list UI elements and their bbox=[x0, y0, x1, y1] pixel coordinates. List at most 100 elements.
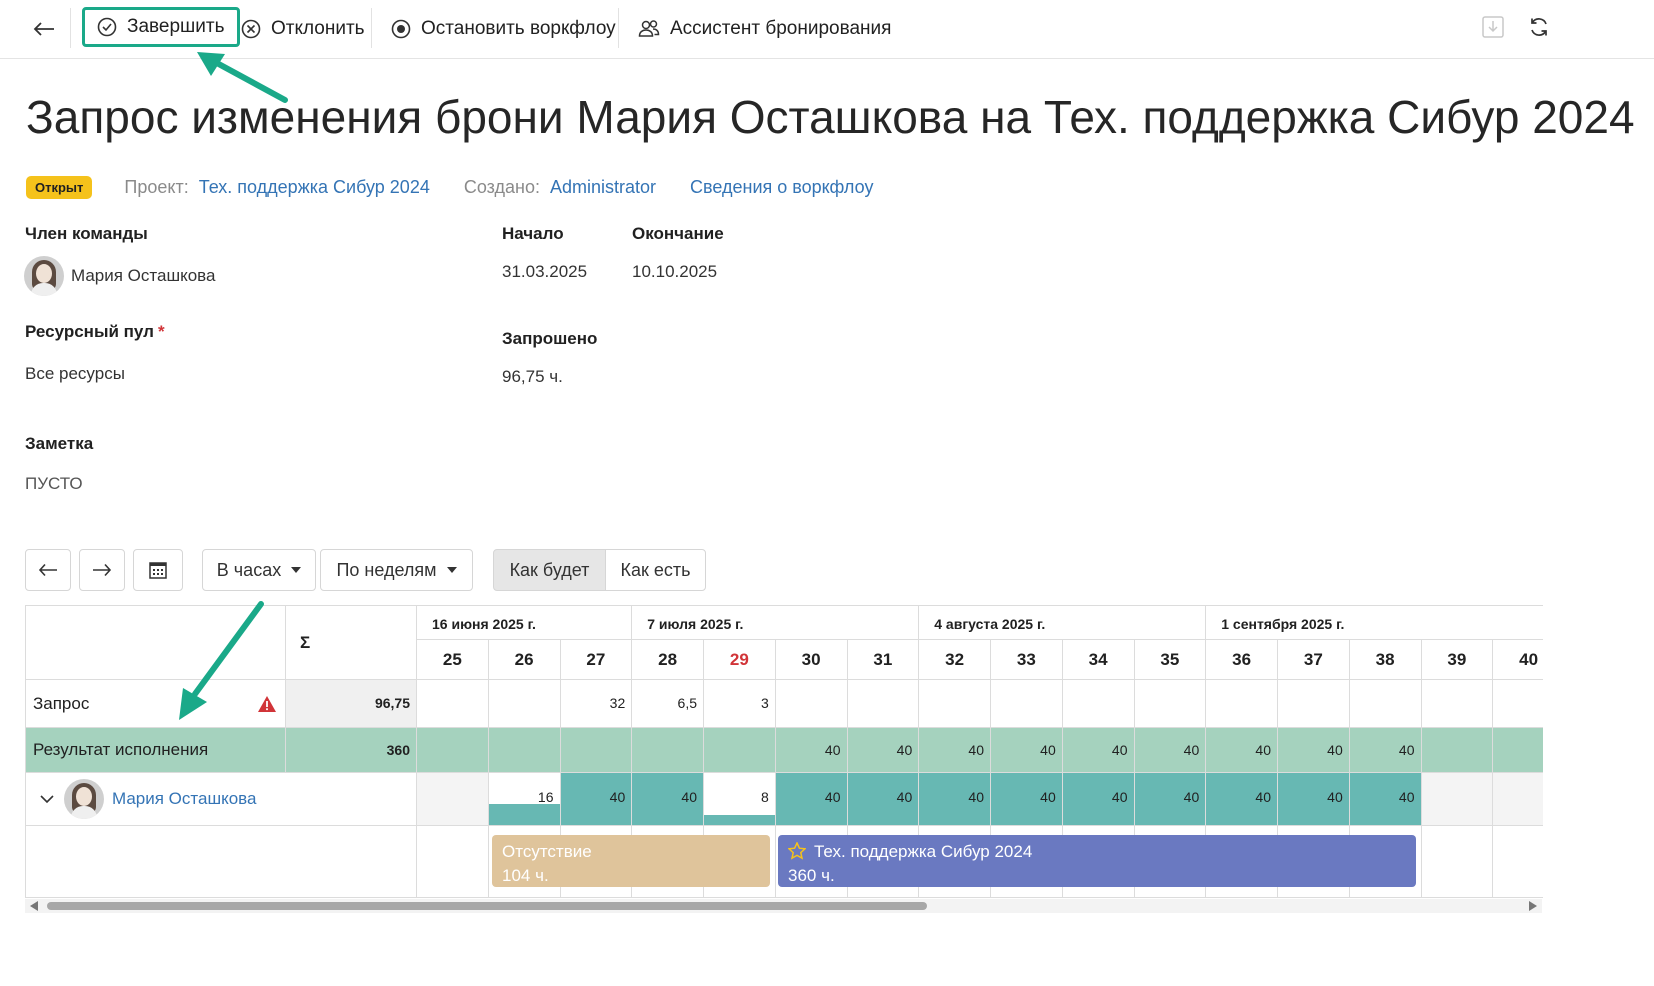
week-header[interactable]: 39 bbox=[1421, 640, 1494, 680]
request-cell[interactable] bbox=[1278, 680, 1350, 728]
member-link[interactable]: Мария Осташкова bbox=[112, 789, 256, 809]
result-cell[interactable] bbox=[417, 728, 489, 773]
member-cell[interactable] bbox=[1493, 773, 1543, 826]
warning-icon bbox=[258, 696, 276, 712]
member-cell[interactable]: 40 bbox=[1278, 773, 1350, 826]
week-header[interactable]: 34 bbox=[1062, 640, 1135, 680]
result-row-label: Результат исполнения bbox=[26, 728, 286, 773]
member-cell[interactable]: 16 bbox=[488, 773, 561, 826]
member-cell-value: 40 bbox=[681, 789, 697, 805]
member-cell[interactable]: 40 bbox=[1206, 773, 1278, 826]
request-total: 96,75 bbox=[286, 680, 417, 728]
workflow-details-link[interactable]: Сведения о воркфлоу bbox=[690, 177, 873, 198]
month-label: 1 сентября 2025 г. bbox=[1221, 616, 1345, 632]
result-cell[interactable]: 40 bbox=[991, 728, 1063, 773]
request-cell[interactable] bbox=[919, 680, 991, 728]
result-cell[interactable] bbox=[704, 728, 776, 773]
request-cell[interactable]: 32 bbox=[560, 680, 633, 728]
member-cell[interactable] bbox=[417, 773, 489, 826]
member-cell[interactable]: 40 bbox=[560, 773, 633, 826]
request-cell[interactable] bbox=[775, 680, 848, 728]
scrollbar-thumb[interactable] bbox=[47, 902, 927, 910]
mode-actual-button[interactable]: Как есть bbox=[605, 549, 706, 591]
request-cell[interactable] bbox=[847, 680, 920, 728]
member-cell[interactable]: 40 bbox=[991, 773, 1063, 826]
result-cell[interactable] bbox=[560, 728, 633, 773]
calendar-button[interactable] bbox=[133, 549, 183, 591]
result-cell[interactable]: 40 bbox=[775, 728, 848, 773]
week-header[interactable]: 28 bbox=[632, 640, 704, 680]
scroll-left-icon[interactable] bbox=[30, 901, 38, 911]
request-cell[interactable]: 3 bbox=[704, 680, 776, 728]
member-cell-value: 40 bbox=[1255, 789, 1271, 805]
reject-button[interactable]: Отклонить bbox=[241, 10, 365, 48]
member-cell[interactable]: 40 bbox=[847, 773, 920, 826]
project-label: Проект: bbox=[124, 176, 189, 197]
request-cell[interactable] bbox=[1206, 680, 1278, 728]
request-cell[interactable] bbox=[1493, 680, 1543, 728]
week-header[interactable]: 26 bbox=[488, 640, 561, 680]
request-cell[interactable] bbox=[1349, 680, 1422, 728]
week-header[interactable]: 37 bbox=[1278, 640, 1350, 680]
week-header[interactable]: 33 bbox=[991, 640, 1063, 680]
prev-period-button[interactable] bbox=[25, 549, 71, 591]
booking-project[interactable]: Тех. поддержка Сибур 2024 360 ч. bbox=[778, 835, 1416, 887]
week-header[interactable]: 32 bbox=[919, 640, 991, 680]
member-load-bar bbox=[488, 804, 560, 825]
result-cell[interactable]: 40 bbox=[919, 728, 991, 773]
result-cell[interactable]: 40 bbox=[1062, 728, 1135, 773]
week-header[interactable]: 25 bbox=[417, 640, 489, 680]
request-cell[interactable] bbox=[1421, 680, 1494, 728]
request-cell[interactable] bbox=[1134, 680, 1207, 728]
mode-planned-button[interactable]: Как будет bbox=[493, 549, 606, 591]
member-cell[interactable] bbox=[1421, 773, 1494, 826]
result-cell[interactable]: 40 bbox=[847, 728, 920, 773]
member-cell[interactable]: 40 bbox=[919, 773, 991, 826]
week-header[interactable]: 29 bbox=[704, 640, 776, 680]
horizontal-scrollbar[interactable] bbox=[25, 899, 1542, 913]
period-dropdown[interactable]: По неделям bbox=[320, 549, 473, 591]
booking-absence[interactable]: Отсутствие 104 ч. bbox=[492, 835, 770, 887]
project-link[interactable]: Тех. поддержка Сибур 2024 bbox=[199, 177, 430, 198]
member-row-label[interactable]: Мария Осташкова bbox=[26, 773, 417, 826]
week-header[interactable]: 31 bbox=[847, 640, 920, 680]
back-button[interactable] bbox=[28, 14, 60, 44]
units-dropdown[interactable]: В часах bbox=[202, 549, 316, 591]
request-cell[interactable] bbox=[488, 680, 561, 728]
member-cell[interactable]: 40 bbox=[1134, 773, 1207, 826]
member-cell-value: 40 bbox=[609, 789, 626, 805]
created-by-link[interactable]: Administrator bbox=[550, 177, 656, 198]
member-cell[interactable]: 40 bbox=[1062, 773, 1135, 826]
scroll-right-icon[interactable] bbox=[1529, 901, 1537, 911]
result-cell[interactable] bbox=[632, 728, 704, 773]
week-header[interactable]: 36 bbox=[1206, 640, 1278, 680]
week-header[interactable]: 35 bbox=[1134, 640, 1207, 680]
stop-workflow-button[interactable]: Остановить воркфлоу bbox=[391, 10, 616, 48]
member-cell[interactable]: 40 bbox=[775, 773, 848, 826]
result-cell[interactable]: 40 bbox=[1134, 728, 1207, 773]
result-cell[interactable]: 40 bbox=[1278, 728, 1350, 773]
week-header[interactable]: 30 bbox=[775, 640, 848, 680]
download-icon[interactable] bbox=[1482, 16, 1504, 38]
people-icon bbox=[638, 20, 660, 37]
week-header[interactable]: 27 bbox=[560, 640, 633, 680]
result-cell[interactable] bbox=[1493, 728, 1543, 773]
result-cell[interactable] bbox=[488, 728, 561, 773]
request-cell[interactable] bbox=[417, 680, 489, 728]
booking-assistant-button[interactable]: Ассистент бронирования bbox=[638, 10, 891, 48]
result-cell[interactable]: 40 bbox=[1206, 728, 1278, 773]
member-cell[interactable]: 40 bbox=[1349, 773, 1422, 826]
request-cell[interactable] bbox=[1062, 680, 1135, 728]
member-cell[interactable]: 40 bbox=[632, 773, 704, 826]
result-cell[interactable] bbox=[1421, 728, 1494, 773]
next-period-button[interactable] bbox=[79, 549, 125, 591]
request-cell[interactable]: 6,5 bbox=[632, 680, 704, 728]
week-header[interactable]: 38 bbox=[1349, 640, 1422, 680]
refresh-icon[interactable] bbox=[1528, 16, 1550, 38]
finish-button[interactable]: Завершить bbox=[82, 7, 240, 47]
request-cell[interactable] bbox=[991, 680, 1063, 728]
chevron-down-icon[interactable] bbox=[40, 794, 54, 804]
week-header[interactable]: 40 bbox=[1493, 640, 1543, 680]
result-cell[interactable]: 40 bbox=[1349, 728, 1422, 773]
member-cell[interactable]: 8 bbox=[704, 773, 776, 826]
